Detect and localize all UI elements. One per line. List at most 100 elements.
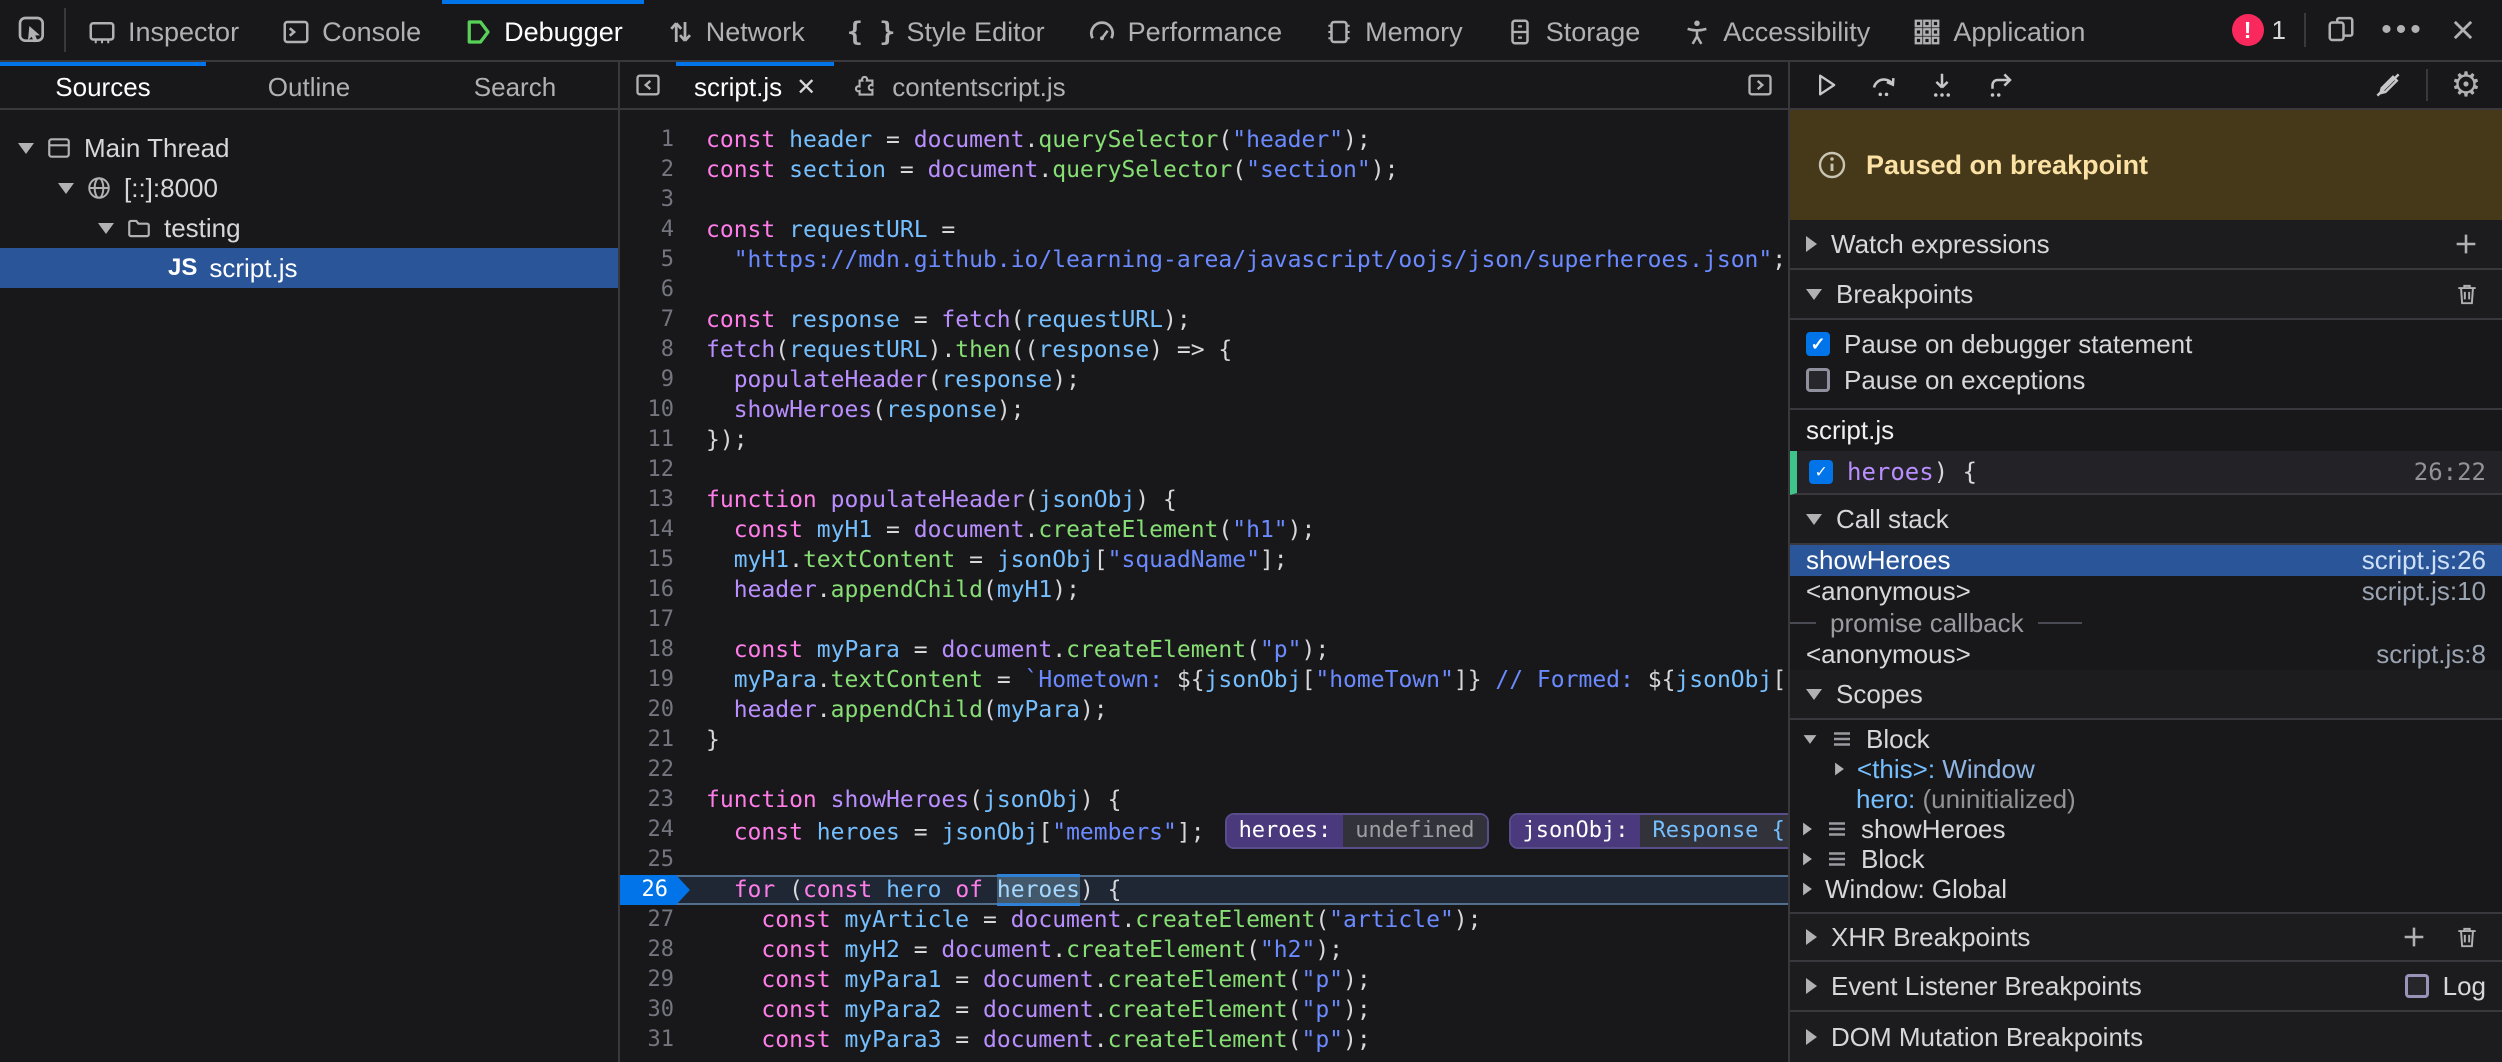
scope-block-row[interactable]: Block (1790, 724, 2502, 754)
line-number-9[interactable]: 9 (620, 365, 690, 395)
tree-item-host[interactable]: [::]:8000 (0, 168, 618, 208)
line-number-5[interactable]: 5 (620, 245, 690, 275)
add-xhr-breakpoint-button[interactable] (2394, 923, 2434, 951)
code-content[interactable]: const myH1 = document.createElement("h1"… (690, 515, 1788, 545)
line-number-7[interactable]: 7 (620, 305, 690, 335)
scope-block2-row[interactable]: Block (1790, 844, 2502, 874)
line-number-6[interactable]: 6 (620, 275, 690, 305)
twisty-open-icon[interactable] (18, 143, 34, 154)
line-number-27[interactable]: 27 (620, 905, 690, 935)
watch-expressions-header[interactable]: Watch expressions (1790, 220, 2502, 270)
close-devtools-button[interactable] (2438, 16, 2488, 44)
code-content[interactable]: fetch(requestURL).then((response) => { (690, 335, 1788, 365)
breakpoints-header[interactable]: Breakpoints (1790, 270, 2502, 320)
stack-frame[interactable]: <anonymous> script.js:8 (1790, 639, 2502, 670)
remove-xhr-breakpoints-button[interactable] (2448, 924, 2486, 950)
code-content[interactable]: const myPara3 = document.createElement("… (690, 1025, 1788, 1055)
tab-network[interactable]: Network (644, 0, 826, 60)
checkbox-unchecked[interactable] (1806, 368, 1830, 392)
disable-breakpoints-button[interactable] (2362, 63, 2414, 107)
checkbox-checked[interactable]: ✓ (1806, 332, 1830, 356)
source-tab-contentscript[interactable]: contentscript.js (834, 62, 1083, 108)
close-tab-icon[interactable]: ✕ (796, 73, 816, 102)
code-content[interactable]: const myArticle = document.createElement… (690, 905, 1788, 935)
line-number-22[interactable]: 22 (620, 755, 690, 785)
step-over-button[interactable] (1858, 63, 1910, 107)
code-content[interactable]: populateHeader(response); (690, 365, 1788, 395)
event-listener-breakpoints-header[interactable]: Event Listener Breakpoints Log (1790, 962, 2502, 1012)
line-number-1[interactable]: 1 (620, 125, 690, 155)
line-number-26[interactable]: 26 (620, 875, 690, 905)
tree-item-testing-folder[interactable]: testing (0, 208, 618, 248)
line-number-20[interactable]: 20 (620, 695, 690, 725)
tab-inspector[interactable]: Inspector (66, 0, 260, 60)
remove-breakpoints-button[interactable] (2448, 281, 2486, 307)
line-number-24[interactable]: 24 (620, 815, 690, 845)
log-checkbox[interactable] (2405, 974, 2429, 998)
line-number-11[interactable]: 11 (620, 425, 690, 455)
twisty-open-icon[interactable] (98, 223, 114, 234)
code-content[interactable]: const header = document.querySelector("h… (690, 125, 1788, 155)
meatball-menu-button[interactable]: ••• (2376, 13, 2430, 47)
code-content[interactable]: const myPara = document.createElement("p… (690, 635, 1788, 665)
tree-item-scriptjs[interactable]: JS script.js (0, 248, 618, 288)
pause-on-exceptions-option[interactable]: Pause on exceptions (1790, 362, 2502, 398)
line-number-14[interactable]: 14 (620, 515, 690, 545)
tab-accessibility[interactable]: Accessibility (1661, 0, 1891, 60)
dom-mutation-breakpoints-header[interactable]: DOM Mutation Breakpoints (1790, 1012, 2502, 1062)
inline-variable-preview[interactable]: heroes:undefined (1225, 813, 1489, 849)
scopes-header[interactable]: Scopes (1790, 670, 2502, 720)
step-out-button[interactable] (1974, 63, 2026, 107)
scope-global-row[interactable]: Window: Global (1790, 874, 2502, 904)
line-number-25[interactable]: 25 (620, 845, 690, 875)
tab-search[interactable]: Search (412, 62, 618, 108)
pause-on-debugger-option[interactable]: ✓ Pause on debugger statement (1790, 326, 2502, 362)
code-content[interactable]: const myPara1 = document.createElement("… (690, 965, 1788, 995)
split-console-button[interactable] (2314, 15, 2368, 45)
line-number-30[interactable]: 30 (620, 995, 690, 1025)
line-number-10[interactable]: 10 (620, 395, 690, 425)
code-content[interactable]: for (const hero of heroes) { (690, 875, 1788, 905)
tab-application[interactable]: Application (1891, 0, 2106, 60)
code-content[interactable]: const requestURL = (690, 215, 1788, 245)
line-number-13[interactable]: 13 (620, 485, 690, 515)
code-content[interactable] (690, 605, 1788, 635)
tab-debugger[interactable]: Debugger (442, 0, 644, 60)
code-content[interactable] (690, 845, 1788, 875)
expand-panel-button[interactable] (1732, 62, 1788, 108)
code-content[interactable]: myPara.textContent = `Hometown: ${jsonOb… (690, 665, 1790, 695)
debugger-settings-button[interactable]: ⚙ (2440, 63, 2492, 107)
breakpoint-entry[interactable]: ✓ heroes) { 26:22 (1790, 451, 2502, 496)
step-in-button[interactable] (1916, 63, 1968, 107)
tab-outline[interactable]: Outline (206, 62, 412, 108)
scope-showheroes-row[interactable]: showHeroes (1790, 814, 2502, 844)
code-content[interactable] (690, 455, 1788, 485)
tree-item-main-thread[interactable]: Main Thread (0, 128, 618, 168)
code-content[interactable] (690, 185, 1788, 215)
stack-frame[interactable]: showHeroes script.js:26 (1790, 545, 2502, 576)
scope-hero-row[interactable]: hero: (uninitialized) (1790, 784, 2502, 814)
xhr-breakpoints-header[interactable]: XHR Breakpoints (1790, 912, 2502, 962)
code-content[interactable]: header.appendChild(myPara); (690, 695, 1788, 725)
line-number-15[interactable]: 15 (620, 545, 690, 575)
code-content[interactable]: myH1.textContent = jsonObj["squadName"]; (690, 545, 1788, 575)
code-content[interactable]: const section = document.querySelector("… (690, 155, 1788, 185)
line-number-3[interactable]: 3 (620, 185, 690, 215)
code-content[interactable]: showHeroes(response); (690, 395, 1788, 425)
line-number-19[interactable]: 19 (620, 665, 690, 695)
code-content[interactable]: function showHeroes(jsonObj) { (690, 785, 1788, 815)
code-content[interactable]: }); (690, 425, 1788, 455)
code-content[interactable]: const response = fetch(requestURL); (690, 305, 1788, 335)
line-number-18[interactable]: 18 (620, 635, 690, 665)
stack-frame[interactable]: <anonymous> script.js:10 (1790, 576, 2502, 607)
code-content[interactable]: const myH2 = document.createElement("h2"… (690, 935, 1788, 965)
line-number-23[interactable]: 23 (620, 785, 690, 815)
code-content[interactable]: const heroes = jsonObj["members"];heroes… (690, 815, 1790, 845)
collapse-sources-button[interactable] (620, 62, 676, 108)
line-number-28[interactable]: 28 (620, 935, 690, 965)
tab-performance[interactable]: Performance (1066, 0, 1304, 60)
call-stack-header[interactable]: Call stack (1790, 495, 2502, 545)
code-content[interactable] (690, 275, 1788, 305)
node-picker-button[interactable] (0, 0, 64, 60)
line-number-2[interactable]: 2 (620, 155, 690, 185)
